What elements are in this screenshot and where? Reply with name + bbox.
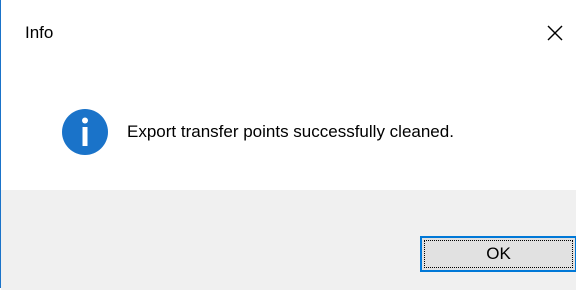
info-icon bbox=[62, 109, 108, 155]
ok-button[interactable]: OK bbox=[420, 236, 576, 272]
dialog-title: Info bbox=[25, 23, 54, 42]
info-message: Export transfer points successfully clea… bbox=[127, 122, 454, 141]
close-icon bbox=[547, 25, 563, 41]
ok-button-label: OK bbox=[486, 244, 511, 263]
message-area: Export transfer points successfully clea… bbox=[1, 60, 576, 190]
close-button[interactable] bbox=[533, 13, 576, 53]
button-bar: OK bbox=[1, 190, 576, 290]
title-bar[interactable]: Info bbox=[1, 0, 576, 60]
info-dialog: Info Export transfer points successfully… bbox=[0, 0, 576, 290]
